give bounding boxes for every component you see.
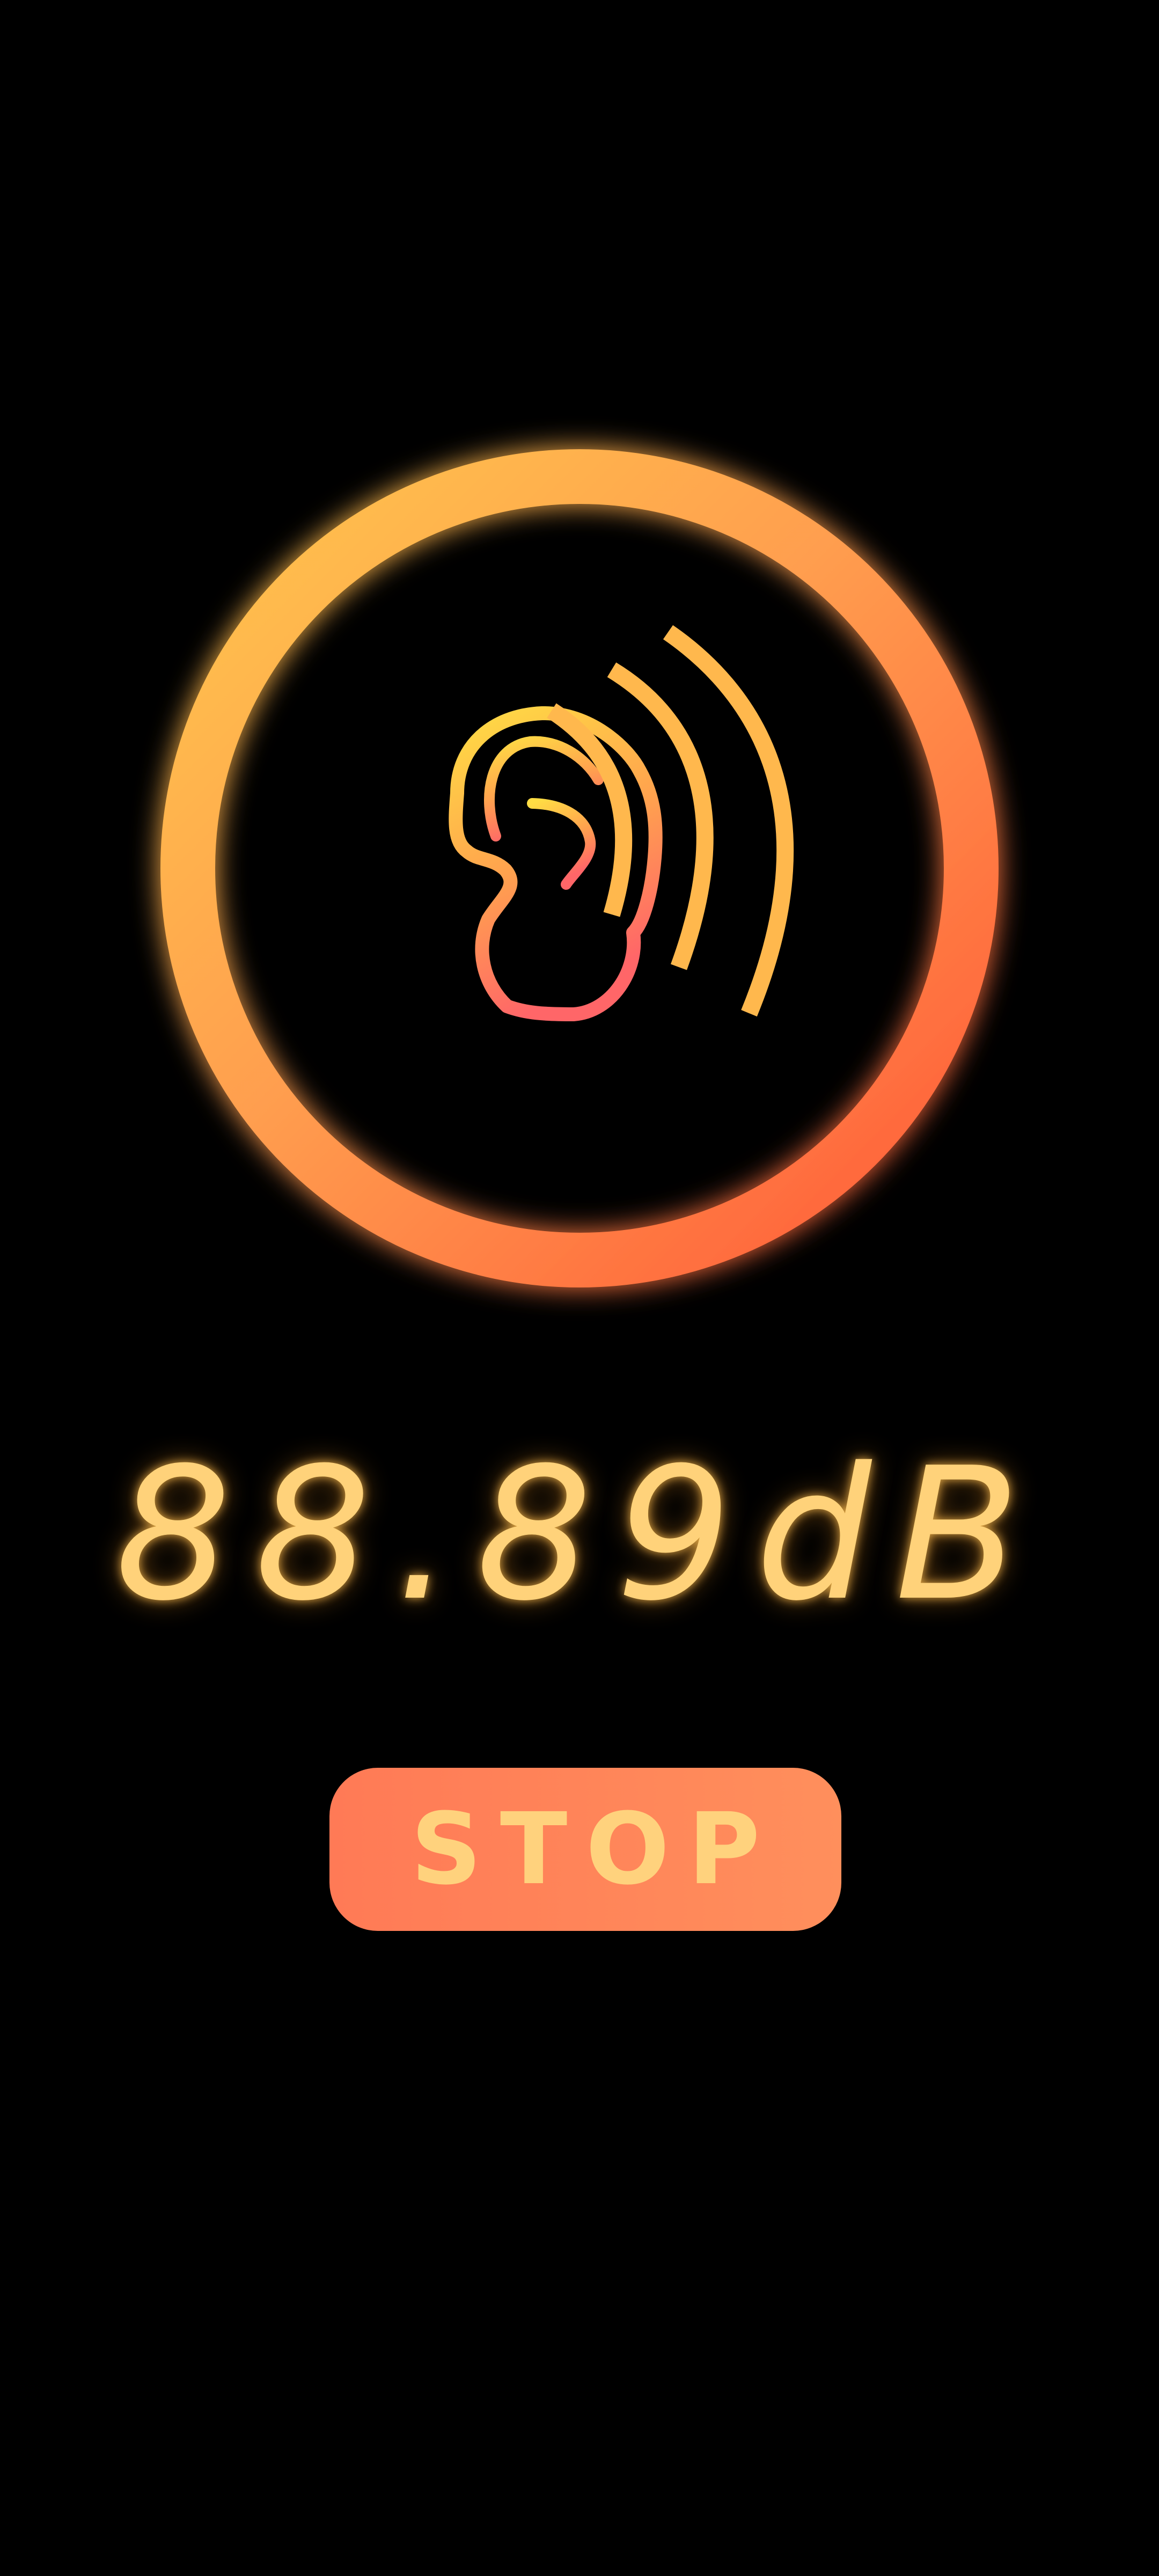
decibel-readout: 88.89dB: [115, 1429, 1044, 1641]
stop-button[interactable]: STOP: [329, 1768, 841, 1931]
ear-with-sound-waves-icon: [160, 449, 999, 1287]
meter-ring: [160, 449, 999, 1287]
